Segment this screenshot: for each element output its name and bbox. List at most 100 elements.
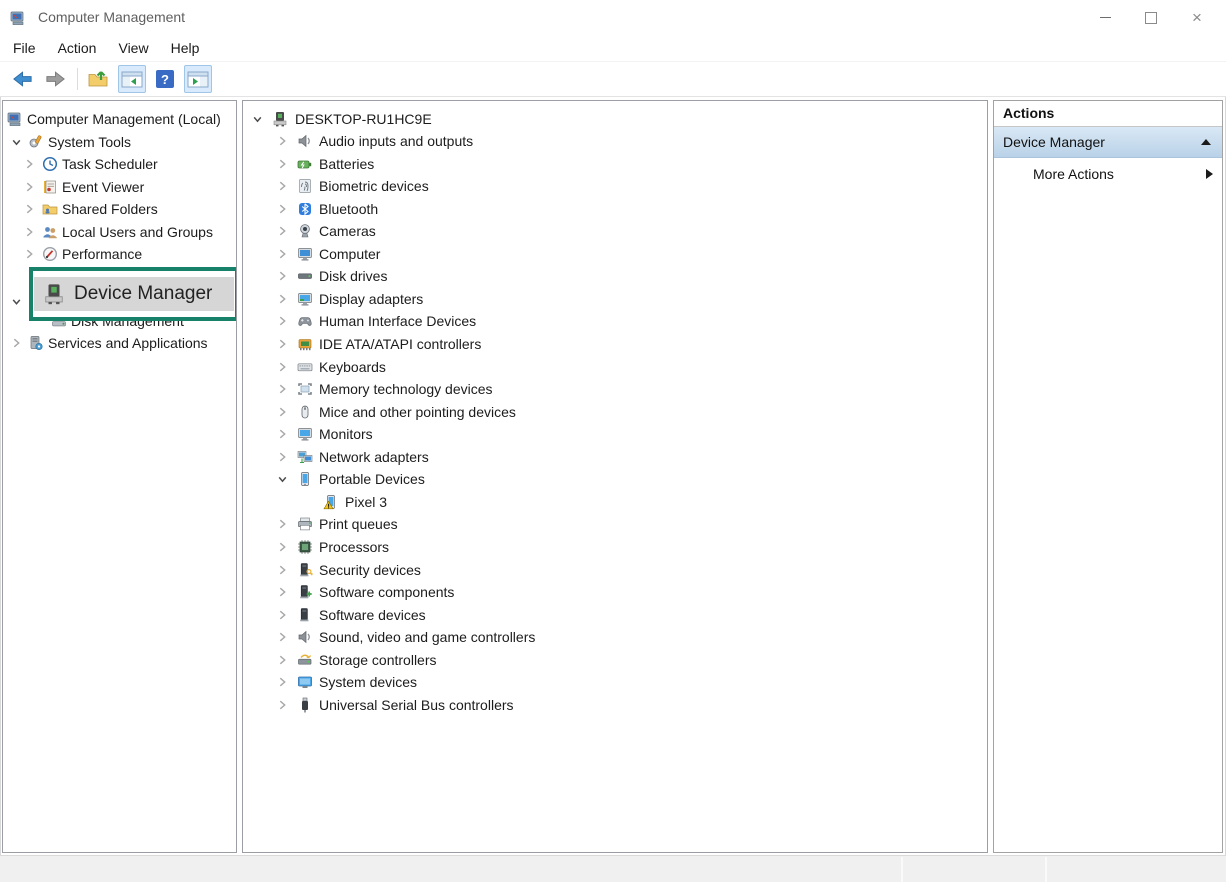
expander-collapsed-icon[interactable]: [277, 361, 288, 372]
device-tree-item-system-devices[interactable]: System devices: [243, 671, 987, 694]
device-tree-item-memory-technology-devices[interactable]: Memory technology devices: [243, 378, 987, 401]
expander-collapsed-icon[interactable]: [277, 406, 288, 417]
device-tree-item-network-adapters[interactable]: Network adapters: [243, 445, 987, 468]
device-tree-item-pixel-3[interactable]: Pixel 3: [243, 490, 987, 513]
expander-collapsed-icon[interactable]: [24, 226, 35, 237]
menu-action[interactable]: Action: [47, 37, 108, 59]
device-tree-item-cameras[interactable]: Cameras: [243, 220, 987, 243]
system-devices-icon: [297, 674, 313, 690]
expander-collapsed-icon[interactable]: [277, 429, 288, 440]
more-actions-item[interactable]: More Actions: [994, 158, 1222, 189]
expander-expanded-icon[interactable]: [277, 474, 288, 485]
close-button[interactable]: ×: [1174, 0, 1220, 35]
expander-collapsed-icon[interactable]: [277, 339, 288, 350]
console-tree-item-device-manager[interactable]: Device Manager: [34, 277, 234, 311]
expander-collapsed-icon[interactable]: [277, 136, 288, 147]
expander-collapsed-icon[interactable]: [277, 316, 288, 327]
tree-item-label: Universal Serial Bus controllers: [319, 697, 514, 713]
app-icon: [10, 10, 26, 26]
expander-expanded-icon[interactable]: [252, 113, 263, 124]
toolbar-up-one-level-button[interactable]: [85, 65, 113, 93]
device-tree-item-ide-ata-atapi-controllers[interactable]: IDE ATA/ATAPI controllers: [243, 333, 987, 356]
device-tree-item-print-queues[interactable]: Print queues: [243, 513, 987, 536]
console-tree-item-local-users-and-groups[interactable]: Local Users and Groups: [3, 220, 236, 243]
expander-collapsed-icon[interactable]: [277, 654, 288, 665]
expander-collapsed-icon[interactable]: [277, 181, 288, 192]
keyboard-icon: [297, 359, 313, 375]
expander-collapsed-icon[interactable]: [277, 677, 288, 688]
device-tree-item-processors[interactable]: Processors: [243, 535, 987, 558]
mouse-icon: [297, 404, 313, 420]
device-tree-item-universal-serial-bus-controllers[interactable]: Universal Serial Bus controllers: [243, 693, 987, 716]
device-tree-item-desktop-ru1hc9e[interactable]: DESKTOP-RU1HC9E: [243, 107, 987, 130]
expander-collapsed-icon[interactable]: [277, 203, 288, 214]
expander-expanded-icon[interactable]: [11, 136, 22, 147]
expander-collapsed-icon[interactable]: [277, 248, 288, 259]
expander-collapsed-icon[interactable]: [24, 204, 35, 215]
device-tree-item-computer[interactable]: Computer: [243, 242, 987, 265]
device-tree-item-batteries[interactable]: Batteries: [243, 152, 987, 175]
minimize-button[interactable]: [1082, 0, 1128, 35]
expander-collapsed-icon[interactable]: [24, 249, 35, 260]
toolbar-show-action-pane-button[interactable]: [184, 65, 212, 93]
menu-file[interactable]: File: [2, 37, 47, 59]
expander-collapsed-icon[interactable]: [277, 451, 288, 462]
console-tree-item-event-viewer[interactable]: Event Viewer: [3, 175, 236, 198]
device-tree-item-monitors[interactable]: Monitors: [243, 423, 987, 446]
device-tree-item-mice-and-other-pointing-devices[interactable]: Mice and other pointing devices: [243, 400, 987, 423]
expander-collapsed-icon[interactable]: [24, 159, 35, 170]
toolbar-help-button[interactable]: ?: [151, 65, 179, 93]
arrow-forward-icon: [44, 69, 67, 89]
actions-group-device-manager[interactable]: Device Manager: [994, 127, 1222, 158]
device-tree-item-portable-devices[interactable]: Portable Devices: [243, 468, 987, 491]
expander-collapsed-icon[interactable]: [277, 541, 288, 552]
status-bar: [0, 855, 1226, 882]
expander-collapsed-icon[interactable]: [11, 338, 22, 349]
console-tree-item-computer-management-local[interactable]: Computer Management (Local): [3, 108, 236, 131]
window-title: Computer Management: [38, 9, 185, 25]
security-icon: [297, 562, 313, 578]
device-tree-item-bluetooth[interactable]: Bluetooth: [243, 197, 987, 220]
expander-collapsed-icon[interactable]: [277, 699, 288, 710]
actions-pane: Actions Device Manager More Actions: [993, 100, 1223, 853]
collapse-icon[interactable]: [1201, 139, 1211, 145]
toolbar-show-console-tree-button[interactable]: [118, 65, 146, 93]
expander-collapsed-icon[interactable]: [277, 587, 288, 598]
help-icon: ?: [155, 69, 175, 89]
tree-item-label: Storage controllers: [319, 652, 437, 668]
device-tree-item-biometric-devices[interactable]: Biometric devices: [243, 175, 987, 198]
computer-icon: [297, 246, 313, 262]
expander-collapsed-icon[interactable]: [24, 181, 35, 192]
menu-view[interactable]: View: [107, 37, 159, 59]
device-tree-item-security-devices[interactable]: Security devices: [243, 558, 987, 581]
console-tree-item-performance[interactable]: Performance: [3, 243, 236, 266]
console-tree-item-task-scheduler[interactable]: Task Scheduler: [3, 153, 236, 176]
device-tree-item-human-interface-devices[interactable]: Human Interface Devices: [243, 310, 987, 333]
device-tree-item-display-adapters[interactable]: Display adapters: [243, 287, 987, 310]
device-tree-item-storage-controllers[interactable]: Storage controllers: [243, 648, 987, 671]
tree-item-label: Device Manager: [74, 283, 212, 305]
device-tree-item-software-components[interactable]: Software components: [243, 581, 987, 604]
device-tree-item-disk-drives[interactable]: Disk drives: [243, 265, 987, 288]
expander-collapsed-icon[interactable]: [277, 384, 288, 395]
device-tree-item-sound-video-and-game-controllers[interactable]: Sound, video and game controllers: [243, 626, 987, 649]
console-tree-item-shared-folders[interactable]: Shared Folders: [3, 198, 236, 221]
toolbar-forward-button[interactable]: [41, 65, 69, 93]
expander-collapsed-icon[interactable]: [277, 609, 288, 620]
maximize-button[interactable]: [1128, 0, 1174, 35]
expander-collapsed-icon[interactable]: [277, 271, 288, 282]
console-tree-item-system-tools[interactable]: System Tools: [3, 130, 236, 153]
console-tree-item-services-and-applications[interactable]: Services and Applications: [3, 332, 236, 355]
expander-collapsed-icon[interactable]: [277, 632, 288, 643]
expander-expanded-icon[interactable]: [11, 296, 22, 307]
device-tree-item-audio-inputs-and-outputs[interactable]: Audio inputs and outputs: [243, 130, 987, 153]
menu-help[interactable]: Help: [160, 37, 211, 59]
expander-collapsed-icon[interactable]: [277, 293, 288, 304]
expander-collapsed-icon[interactable]: [277, 226, 288, 237]
expander-collapsed-icon[interactable]: [277, 519, 288, 530]
device-tree-item-keyboards[interactable]: Keyboards: [243, 355, 987, 378]
expander-collapsed-icon[interactable]: [277, 564, 288, 575]
toolbar-back-button[interactable]: [8, 65, 36, 93]
device-tree-item-software-devices[interactable]: Software devices: [243, 603, 987, 626]
expander-collapsed-icon[interactable]: [277, 158, 288, 169]
